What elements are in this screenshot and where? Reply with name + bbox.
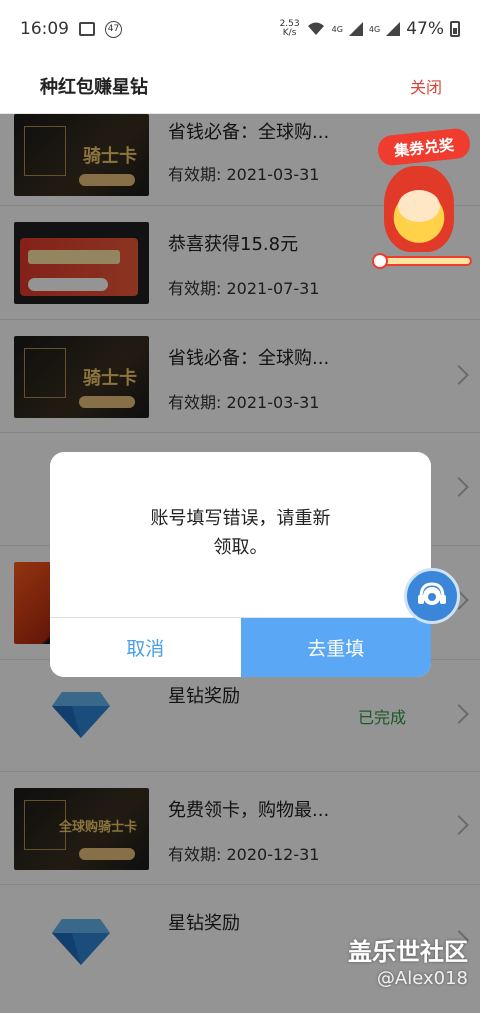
gallery-icon xyxy=(79,22,95,36)
battery-icon xyxy=(450,21,460,37)
dialog-button-row: 取消 去重填 xyxy=(50,617,431,677)
watermark-handle: @Alex018 xyxy=(376,968,468,989)
headset-icon xyxy=(418,582,446,605)
close-button[interactable]: 关闭 xyxy=(410,74,442,98)
battery-percent: 47% xyxy=(406,19,444,39)
net-speed: 2.53 K/s xyxy=(280,20,300,38)
page-title: 种红包赚星钻 xyxy=(40,76,148,98)
dialog-message: 账号填写错误，请重新 领取。 xyxy=(50,504,431,562)
customer-support-button[interactable] xyxy=(404,568,460,624)
error-dialog: 账号填写错误，请重新 领取。 取消 去重填 xyxy=(50,452,431,677)
signal-icon xyxy=(348,22,363,36)
status-bar: 16:09 47 2.53 K/s 4G 4G 47% xyxy=(0,0,480,58)
coupon-prize-badge[interactable]: 集券兑奖 xyxy=(368,127,474,272)
dialog-message-line2: 领取。 xyxy=(213,537,268,558)
badge-progress-knob xyxy=(372,253,388,269)
dialog-message-line1: 账号填写错误，请重新 xyxy=(150,508,331,529)
app-header: 种红包赚星钻 关闭 xyxy=(0,58,480,114)
notification-count-icon: 47 xyxy=(105,20,122,38)
signal-label-2: 4G xyxy=(368,24,381,34)
signal-icon-2 xyxy=(386,22,401,36)
mascot-face-icon xyxy=(398,190,440,222)
signal-label-1: 4G xyxy=(331,24,343,34)
wifi-icon xyxy=(307,22,324,35)
badge-label: 集券兑奖 xyxy=(376,127,472,167)
net-speed-unit: K/s xyxy=(282,28,297,38)
refill-button[interactable]: 去重填 xyxy=(240,618,431,677)
badge-progress-bar xyxy=(374,256,472,266)
cancel-button[interactable]: 取消 xyxy=(50,618,241,677)
status-time: 16:09 xyxy=(20,19,69,39)
watermark-title: 盖乐世社区 xyxy=(348,938,468,966)
